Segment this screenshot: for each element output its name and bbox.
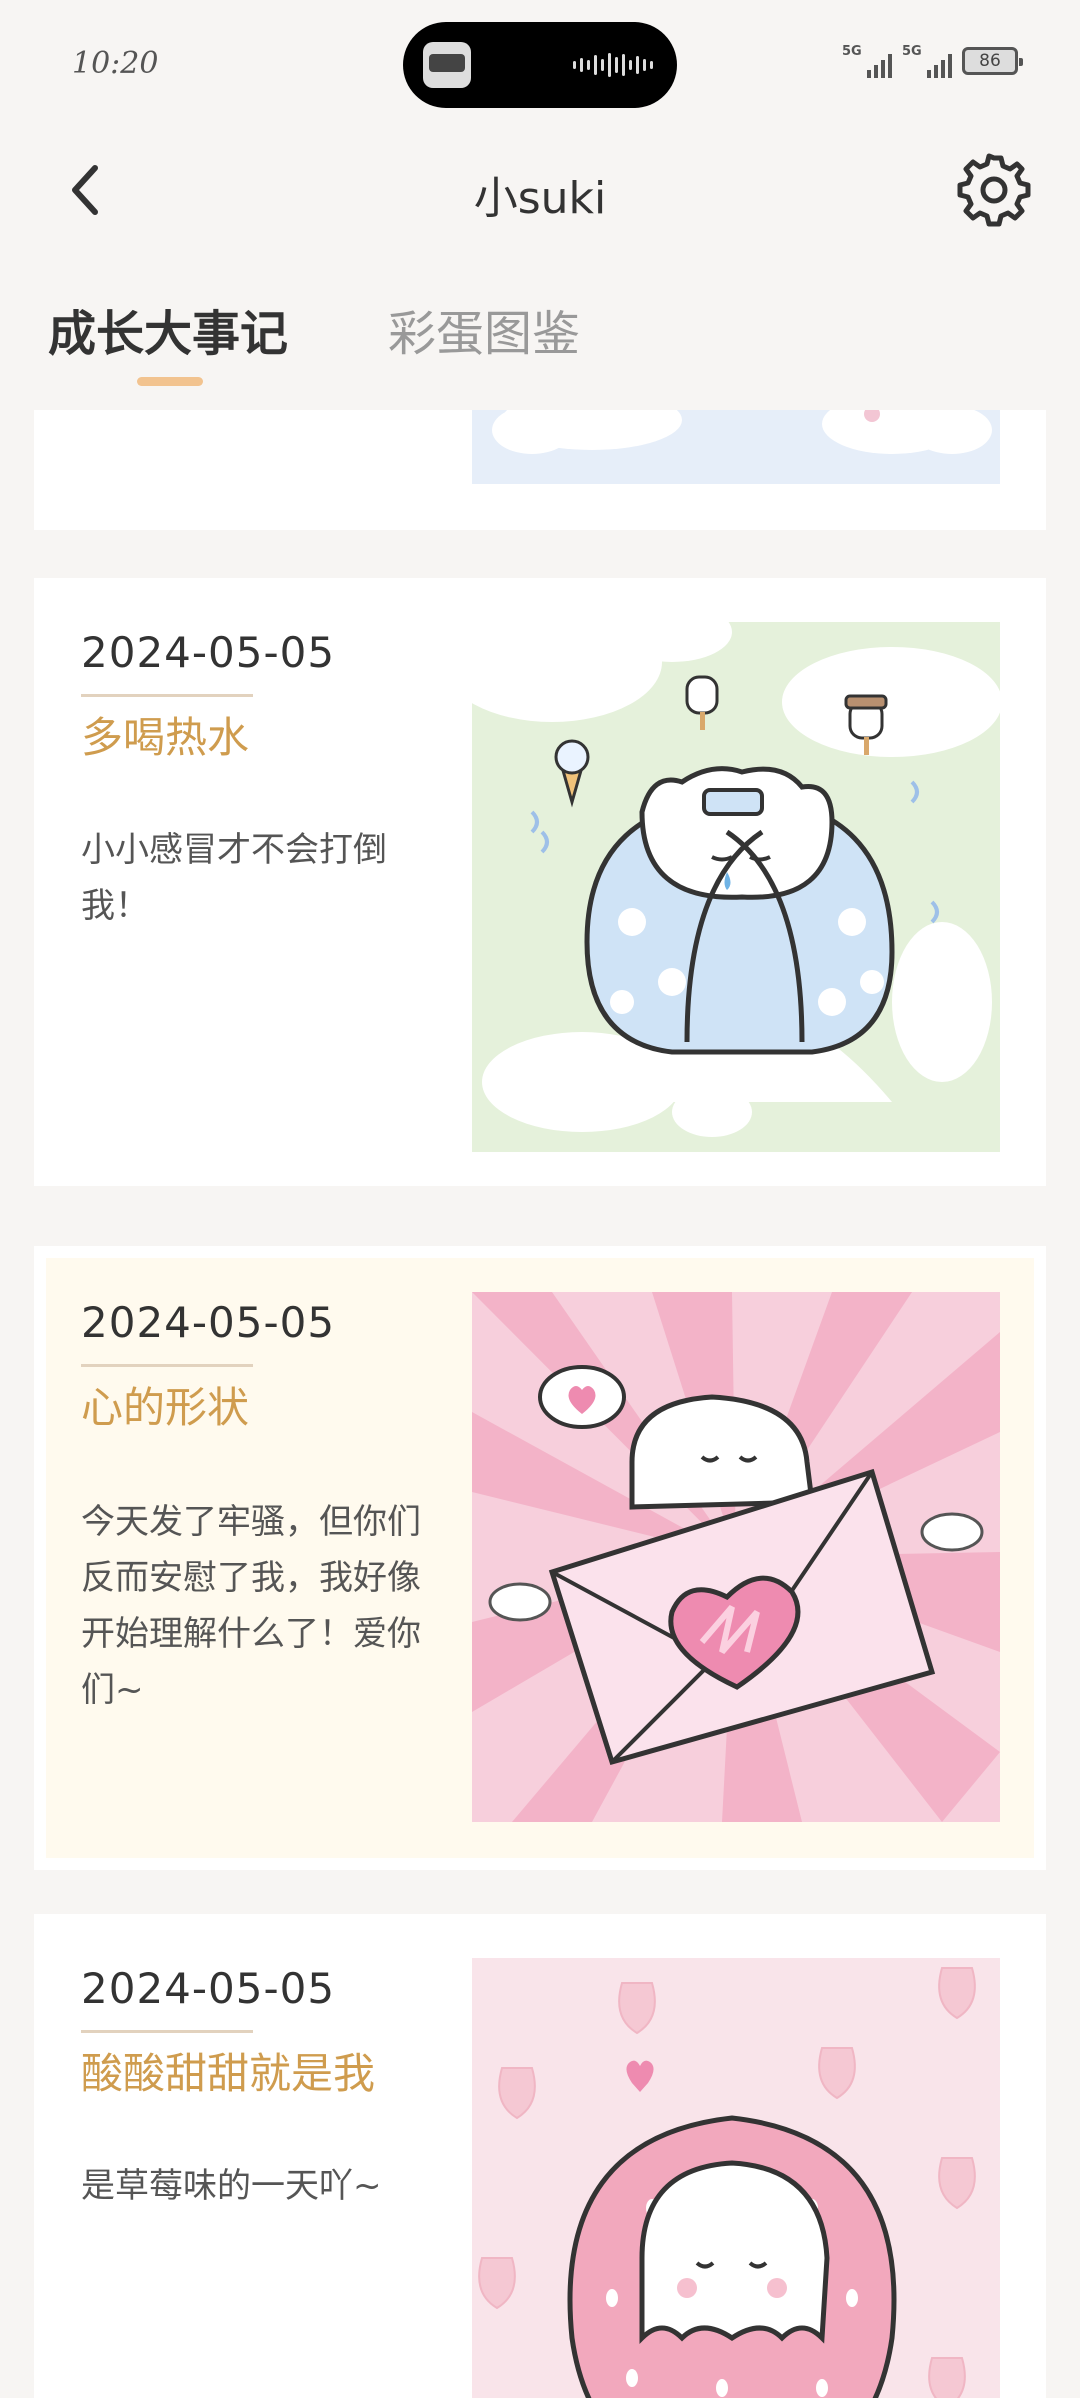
divider [81, 2030, 253, 2033]
divider [81, 694, 253, 697]
gear-icon [957, 153, 1031, 227]
milestone-date: 2024-05-05 [81, 1298, 336, 1347]
nav-bar: 小suki [0, 130, 1080, 250]
media-thumbnail [423, 42, 471, 88]
audio-waveform-icon [573, 52, 653, 78]
dynamic-island[interactable] [403, 22, 677, 108]
milestone-illustration [472, 1958, 1000, 2398]
tab-easter-egg-gallery[interactable]: 彩蛋图鉴 [388, 294, 580, 364]
active-tab-indicator [137, 377, 203, 386]
milestone-description: 是草莓味的一天吖~ [81, 2166, 382, 2206]
cat-blanket-illustration [472, 622, 1000, 1152]
milestone-illustration [472, 622, 1000, 1152]
milestone-title: 心的形状 [81, 1383, 250, 1432]
status-time: 10:20 [72, 46, 159, 81]
divider [81, 1364, 253, 1367]
battery-icon: 86 [962, 47, 1023, 75]
milestone-date: 2024-05-05 [81, 628, 336, 677]
status-icons: 5G 5G 86 [842, 44, 1023, 78]
milestone-illustration [472, 1292, 1000, 1822]
tab-growth-milestones[interactable]: 成长大事记 [48, 294, 288, 364]
page-title: 小suki [473, 173, 607, 224]
tab-bar: 成长大事记 彩蛋图鉴 [0, 280, 1080, 390]
milestone-feed[interactable]: 2024-05-05 多喝热水 小小感冒才不会打倒我！ 2024-05-05 心… [0, 410, 1080, 2398]
settings-button[interactable] [952, 148, 1036, 232]
milestone-card[interactable]: 2024-05-05 多喝热水 小小感冒才不会打倒我！ [34, 578, 1046, 1186]
milestone-card[interactable]: 2024-05-05 酸酸甜甜就是我 是草莓味的一天吖~ [34, 1914, 1046, 2398]
milestone-illustration [472, 410, 1000, 484]
signal-icon: 5G [902, 44, 952, 78]
milestone-title: 酸酸甜甜就是我 [81, 2049, 376, 2098]
milestone-card-partial[interactable] [34, 410, 1046, 530]
milestone-title: 多喝热水 [81, 713, 250, 762]
battery-level: 86 [979, 51, 1001, 71]
milestone-date: 2024-05-05 [81, 1964, 336, 2013]
cat-heart-envelope-illustration [472, 1292, 1000, 1822]
milestone-description: 今天发了牢骚，但你们反而安慰了我，我好像开始理解什么了！爱你们~ [81, 1502, 421, 1710]
cat-strawberry-illustration [472, 1958, 1000, 2398]
milestone-description: 小小感冒才不会打倒我！ [81, 830, 387, 926]
milestone-card-highlighted[interactable]: 2024-05-05 心的形状 今天发了牢骚，但你们反而安慰了我，我好像开始理解… [34, 1246, 1046, 1870]
status-bar: 10:20 5G 5G 86 [0, 0, 1080, 130]
signal-icon: 5G [842, 44, 892, 78]
